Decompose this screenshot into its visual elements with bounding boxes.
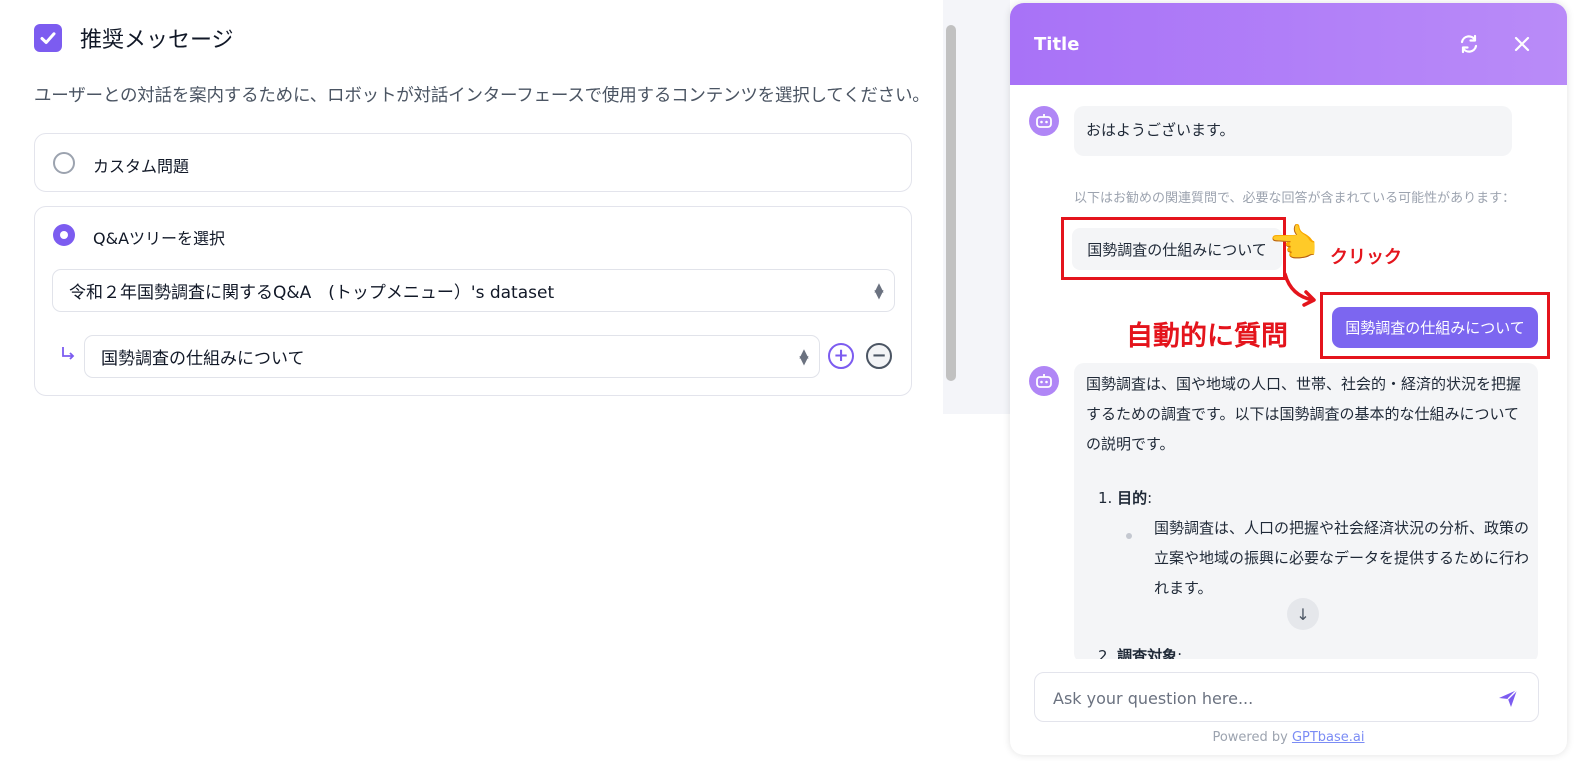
chat-widget: Title おはようございます。 以下はお勧めの関連質問で、必要な回答が含まれて…: [1010, 3, 1567, 755]
scroll-to-bottom-button[interactable]: ↓: [1287, 598, 1319, 630]
chat-input[interactable]: [1051, 685, 1485, 711]
chat-input-box: [1034, 672, 1539, 722]
question-select[interactable]: 国勢調査の仕組みについて ▲ ▼: [84, 335, 820, 378]
answer-list-item: 2. 調査対象:: [1098, 645, 1182, 659]
minus-icon: −: [871, 345, 887, 366]
robot-icon: [1036, 114, 1052, 128]
chat-title: Title: [1034, 34, 1080, 55]
settings-scrollbar[interactable]: [946, 25, 956, 381]
option-custom-question[interactable]: カスタム問題: [34, 133, 912, 192]
section-description: ユーザーとの対話を案内するために、ロボットが対話インターフェースで使用するコンテ…: [34, 86, 930, 106]
bot-avatar: [1029, 106, 1059, 136]
option-label: Q&Aツリーを選択: [93, 229, 226, 248]
powered-by-link[interactable]: GPTbase.ai: [1292, 730, 1365, 745]
annotation-box-user-message: [1320, 292, 1550, 359]
send-icon[interactable]: [1497, 687, 1519, 709]
remove-question-button[interactable]: −: [866, 343, 892, 369]
question-select-value: 国勢調査の仕組みについて: [101, 349, 305, 369]
annotation-auto-ask-label: 自動的に質問: [1126, 321, 1288, 352]
close-icon[interactable]: [1510, 32, 1534, 56]
chat-messages[interactable]: おはようございます。 以下はお勧めの関連質問で、必要な回答が含まれている可能性が…: [1010, 85, 1567, 659]
bullet-dot: [1126, 533, 1132, 539]
bot-avatar: [1029, 366, 1059, 396]
refresh-icon[interactable]: [1457, 32, 1481, 56]
list-item-title: 目的: [1117, 489, 1148, 507]
pointing-hand-icon: 👈: [1268, 221, 1318, 267]
plus-icon: +: [833, 345, 849, 366]
powered-by: Powered by GPTbase.ai: [1212, 730, 1365, 745]
suggested-questions-note: 以下はお勧めの関連質問で、必要な回答が含まれている可能性があります：: [1074, 191, 1516, 206]
arrow-down-icon: ↓: [1296, 604, 1310, 624]
greeting-text: おはようございます。: [1086, 121, 1235, 139]
add-question-button[interactable]: +: [828, 343, 854, 369]
answer-bullet-text: 国勢調査は、人口の把握や社会経済状況の分析、政策の立案や地域の振興に必要なデータ…: [1154, 519, 1530, 597]
chevron-updown-icon: ▲ ▼: [799, 345, 809, 367]
chat-header: Title: [1010, 3, 1567, 85]
enable-checkbox[interactable]: [34, 24, 62, 52]
list-number: 1.: [1098, 489, 1113, 507]
check-icon: [40, 32, 56, 44]
dataset-select[interactable]: 令和２年国勢調査に関するQ&A (トップメニュー）'s dataset ▲ ▼: [52, 269, 895, 312]
chevron-updown-icon: ▲ ▼: [874, 279, 884, 301]
list-number: 2.: [1098, 647, 1113, 659]
list-item-title: 調査対象: [1117, 647, 1178, 659]
annotation-arrow-icon: [1283, 272, 1316, 307]
robot-icon: [1036, 374, 1052, 388]
annotation-click-label: クリック: [1330, 247, 1402, 268]
dataset-select-value: 令和２年国勢調査に関するQ&A (トップメニュー）'s dataset: [69, 283, 555, 303]
section-title: 推奨メッセージ: [80, 28, 234, 53]
option-label: カスタム問題: [93, 157, 190, 176]
radio-custom-question[interactable]: [53, 152, 75, 174]
bot-greeting-bubble: おはようございます。: [1074, 106, 1512, 156]
subdirectory-arrow-icon: [62, 347, 75, 360]
annotation-box-suggested: [1061, 217, 1286, 280]
recommended-message-settings: 推奨メッセージ ユーザーとの対話を案内するために、ロボットが対話インターフェース…: [0, 0, 943, 414]
radio-qa-tree[interactable]: [53, 224, 75, 246]
answer-list-item: 1. 目的:: [1098, 489, 1153, 507]
answer-intro: 国勢調査は、国や地域の人口、世帯、社会的・経済的状況を把握するための調査です。以…: [1086, 375, 1522, 453]
